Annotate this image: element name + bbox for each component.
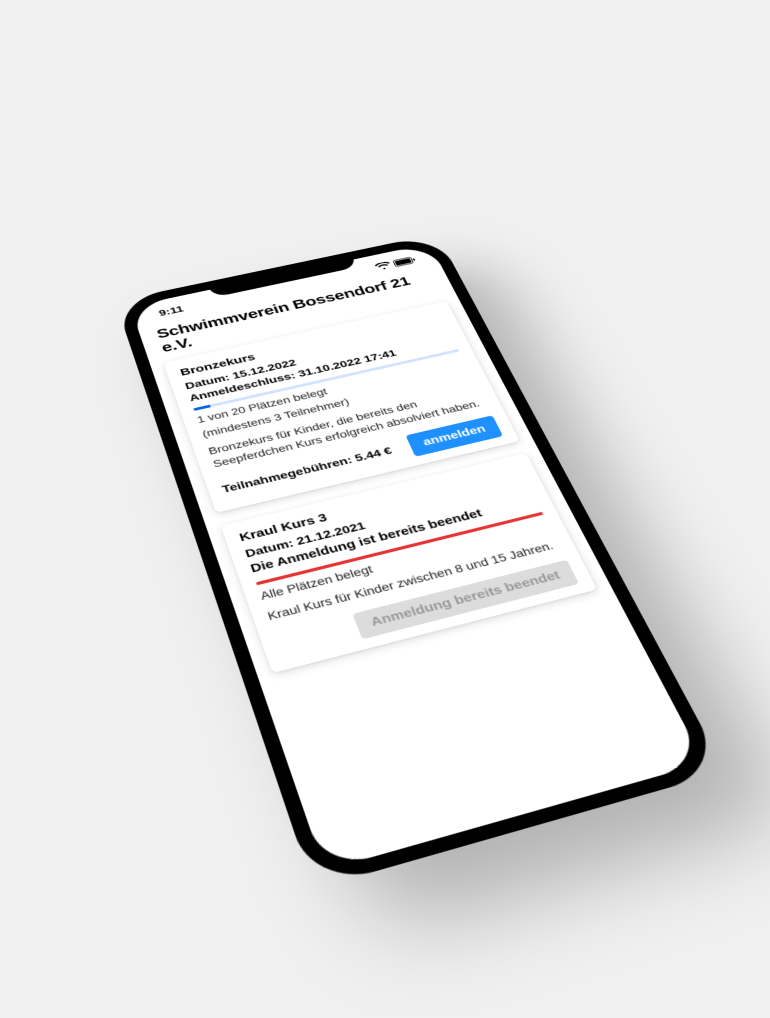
phone-frame: 9:11 Schwimmverein Bossendorf 21 e.V. Br… bbox=[115, 234, 726, 889]
wifi-icon bbox=[374, 261, 393, 271]
screen: 9:11 Schwimmverein Bossendorf 21 e.V. Br… bbox=[130, 243, 704, 870]
status-time: 9:11 bbox=[157, 304, 184, 318]
battery-icon bbox=[392, 255, 417, 267]
